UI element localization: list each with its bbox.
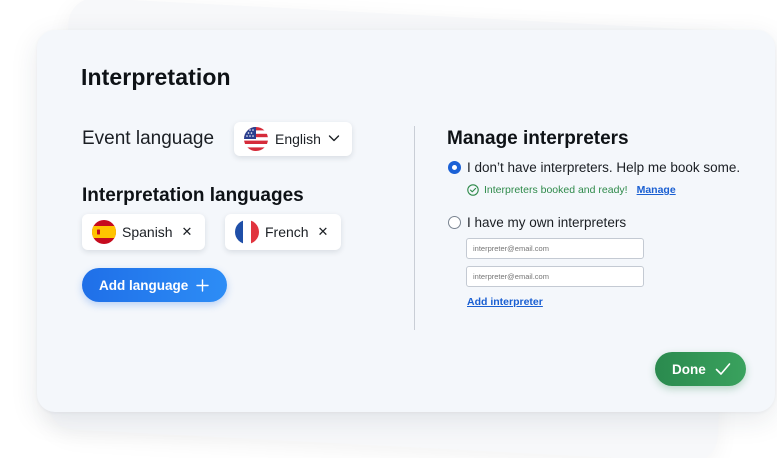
interpreter-email-field-1[interactable]: [466, 238, 644, 259]
add-language-button[interactable]: Add language: [82, 268, 227, 302]
booked-status-text: Interpreters booked and ready!: [484, 184, 628, 196]
remove-spanish-icon[interactable]: ✕: [180, 224, 194, 239]
dialog-title: Interpretation: [81, 64, 231, 90]
done-label: Done: [672, 361, 706, 377]
option-own-interpreters-label: I have my own interpreters: [467, 215, 627, 230]
add-language-label: Add language: [99, 277, 189, 293]
radio-book-interpreters[interactable]: [448, 161, 461, 174]
plus-icon: [196, 278, 209, 292]
chevron-down-icon: [328, 135, 340, 142]
france-flag-icon: [235, 220, 259, 244]
column-divider: [414, 126, 415, 330]
interpretation-languages-heading: Interpretation languages: [82, 185, 304, 206]
interpreter-email-field-2[interactable]: [466, 266, 644, 287]
event-language-label: Event language: [82, 128, 215, 149]
language-chip-spanish: Spanish ✕: [82, 214, 205, 250]
chip-label: Spanish: [122, 224, 173, 240]
booked-status: Interpreters booked and ready! Manage: [467, 184, 676, 196]
checkmark-icon: [715, 363, 731, 375]
us-flag-icon: [244, 127, 268, 151]
check-circle-icon: [467, 184, 479, 196]
manage-interpreters-heading: Manage interpreters: [447, 128, 629, 149]
done-button[interactable]: Done: [655, 352, 746, 386]
event-language-value: English: [275, 131, 321, 147]
interpretation-dialog: Interpretation Event language English In…: [37, 30, 775, 412]
option-book-interpreters-label: I don’t have interpreters. Help me book …: [467, 160, 741, 175]
manage-link[interactable]: Manage: [637, 184, 676, 196]
spain-flag-icon: [92, 220, 116, 244]
event-language-select[interactable]: English: [234, 122, 352, 156]
event-language-row: Event language English: [82, 122, 352, 156]
add-interpreter-link[interactable]: Add interpreter: [467, 296, 543, 308]
remove-french-icon[interactable]: ✕: [316, 224, 330, 239]
language-chip-french: French ✕: [225, 214, 341, 250]
radio-own-interpreters[interactable]: [448, 216, 461, 229]
chip-label: French: [265, 224, 309, 240]
